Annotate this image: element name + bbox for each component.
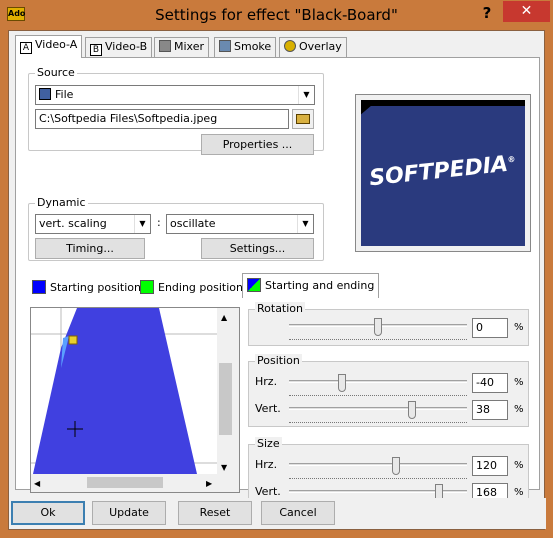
size-hrz-ticks	[289, 476, 467, 479]
help-button[interactable]: ?	[475, 3, 499, 23]
tab-label: Video-A	[35, 38, 78, 51]
dialog-client: A Video-A B Video-B Mixer Smoke Overlay So…	[8, 30, 546, 530]
source-type-value: File	[55, 88, 74, 101]
size-vert-label: Vert.	[255, 485, 281, 498]
window-title: Settings for effect "Black-Board"	[155, 6, 398, 24]
timing-button[interactable]: Timing...	[35, 238, 145, 259]
tab-label: Video-B	[105, 40, 148, 53]
dynamic-label: Dynamic	[35, 196, 88, 209]
reset-button[interactable]: Reset	[178, 501, 252, 525]
size-hrz-track	[289, 463, 467, 466]
tab-label: Smoke	[234, 40, 272, 53]
position-vert-ticks	[289, 420, 467, 423]
dynamic-motion-value: oscillate	[170, 217, 216, 230]
position-vert-slider[interactable]	[407, 401, 416, 419]
chevron-down-icon[interactable]: ▼	[298, 86, 314, 104]
tab-label: Ending position	[158, 281, 243, 294]
svg-text:▲: ▲	[221, 313, 228, 322]
position-hrz-slider[interactable]	[338, 374, 347, 392]
letter-b-icon: B	[90, 44, 102, 56]
position-hrz-ticks	[289, 393, 467, 396]
tab-smoke[interactable]: Smoke	[214, 37, 277, 57]
size-hrz-input[interactable]: 120	[472, 456, 508, 476]
tab-video-b[interactable]: B Video-B	[85, 37, 153, 57]
tab-starting-and-ending[interactable]: Starting and ending	[242, 273, 380, 298]
green-swatch-icon	[140, 280, 154, 294]
source-label: Source	[35, 66, 77, 79]
source-type-select[interactable]: File ▼	[35, 85, 315, 105]
rotation-label: Rotation	[255, 302, 306, 315]
update-button[interactable]: Update	[92, 501, 166, 525]
size-label: Size	[255, 437, 282, 450]
rotation-group: Rotation 0 %	[248, 302, 529, 346]
dynamic-motion-select[interactable]: oscillate ▼	[166, 214, 314, 234]
cancel-button[interactable]: Cancel	[261, 501, 335, 525]
letter-a-icon: A	[20, 42, 32, 54]
tab-ending-position[interactable]: Ending position	[136, 276, 247, 298]
position-hrz-input[interactable]: -40	[472, 373, 508, 393]
video-a-panel: Source File ▼ C:\Softpedia Files\Softped…	[15, 57, 540, 510]
film-icon	[39, 88, 51, 100]
blue-green-swatch-icon	[247, 278, 261, 292]
preview-frame: SOFTPEDIA®	[355, 94, 531, 252]
dynamic-mode-value: vert. scaling	[39, 217, 107, 230]
position-diagram[interactable]: ▲ ▼ ◀ ▶	[31, 308, 239, 492]
position-vert-track	[289, 407, 467, 410]
tab-label: Starting position	[50, 281, 141, 294]
properties-button[interactable]: Properties ...	[201, 134, 314, 155]
size-hrz-slider[interactable]	[391, 457, 400, 475]
svg-text:▶: ▶	[206, 479, 213, 488]
source-path-field[interactable]: C:\Softpedia Files\Softpedia.jpeg	[35, 109, 289, 129]
tab-video-a[interactable]: A Video-A	[15, 35, 83, 58]
button-bar: Ok Update Reset Cancel	[9, 498, 546, 529]
size-hrz-label: Hrz.	[255, 458, 278, 471]
dynamic-mode-select[interactable]: vert. scaling ▼	[35, 214, 151, 234]
rotation-slider[interactable]	[374, 318, 382, 336]
position-vert-input[interactable]: 38	[472, 400, 508, 420]
rotation-input[interactable]: 0	[472, 318, 508, 338]
position-vert-label: Vert.	[255, 402, 281, 415]
size-vert-unit: %	[514, 487, 524, 498]
title-bar[interactable]: Ado Settings for effect "Black-Board" ? …	[0, 0, 553, 30]
size-hrz-unit: %	[514, 460, 524, 471]
mixer-icon	[159, 40, 171, 52]
tab-starting-position[interactable]: Starting position	[28, 276, 145, 298]
position-hrz-unit: %	[514, 377, 524, 388]
smoke-icon	[219, 40, 231, 52]
chevron-down-icon[interactable]: ▼	[134, 215, 150, 233]
position-group: Position Hrz. -40 % Vert. 38 %	[248, 354, 529, 427]
position-vert-unit: %	[514, 404, 524, 415]
tab-label: Starting and ending	[265, 279, 375, 292]
position-canvas[interactable]: ▲ ▼ ◀ ▶	[30, 307, 240, 493]
position-hrz-track	[289, 380, 467, 383]
dynamic-group: Dynamic vert. scaling ▼ : oscillate ▼ Ti…	[28, 196, 324, 261]
rotation-ticks	[289, 337, 467, 340]
rotation-unit: %	[514, 322, 524, 333]
source-group: Source File ▼ C:\Softpedia Files\Softped…	[28, 66, 324, 155]
close-button[interactable]: ✕	[503, 1, 550, 22]
position-label: Position	[255, 354, 302, 367]
settings-button[interactable]: Settings...	[201, 238, 314, 259]
tab-overlay[interactable]: Overlay	[279, 37, 347, 57]
preview-image: SOFTPEDIA®	[361, 100, 525, 246]
open-folder-button[interactable]	[292, 109, 314, 129]
position-hrz-label: Hrz.	[255, 375, 278, 388]
separator: :	[157, 216, 161, 229]
svg-text:▼: ▼	[221, 463, 228, 472]
tab-mixer[interactable]: Mixer	[154, 37, 210, 57]
tab-label: Overlay	[299, 40, 342, 53]
overlay-icon	[284, 40, 296, 52]
svg-text:◀: ◀	[34, 479, 41, 488]
folder-icon	[296, 114, 310, 124]
blue-swatch-icon	[32, 280, 46, 294]
tab-label: Mixer	[174, 40, 205, 53]
chevron-down-icon[interactable]: ▼	[297, 215, 313, 233]
ok-button[interactable]: Ok	[11, 501, 85, 525]
